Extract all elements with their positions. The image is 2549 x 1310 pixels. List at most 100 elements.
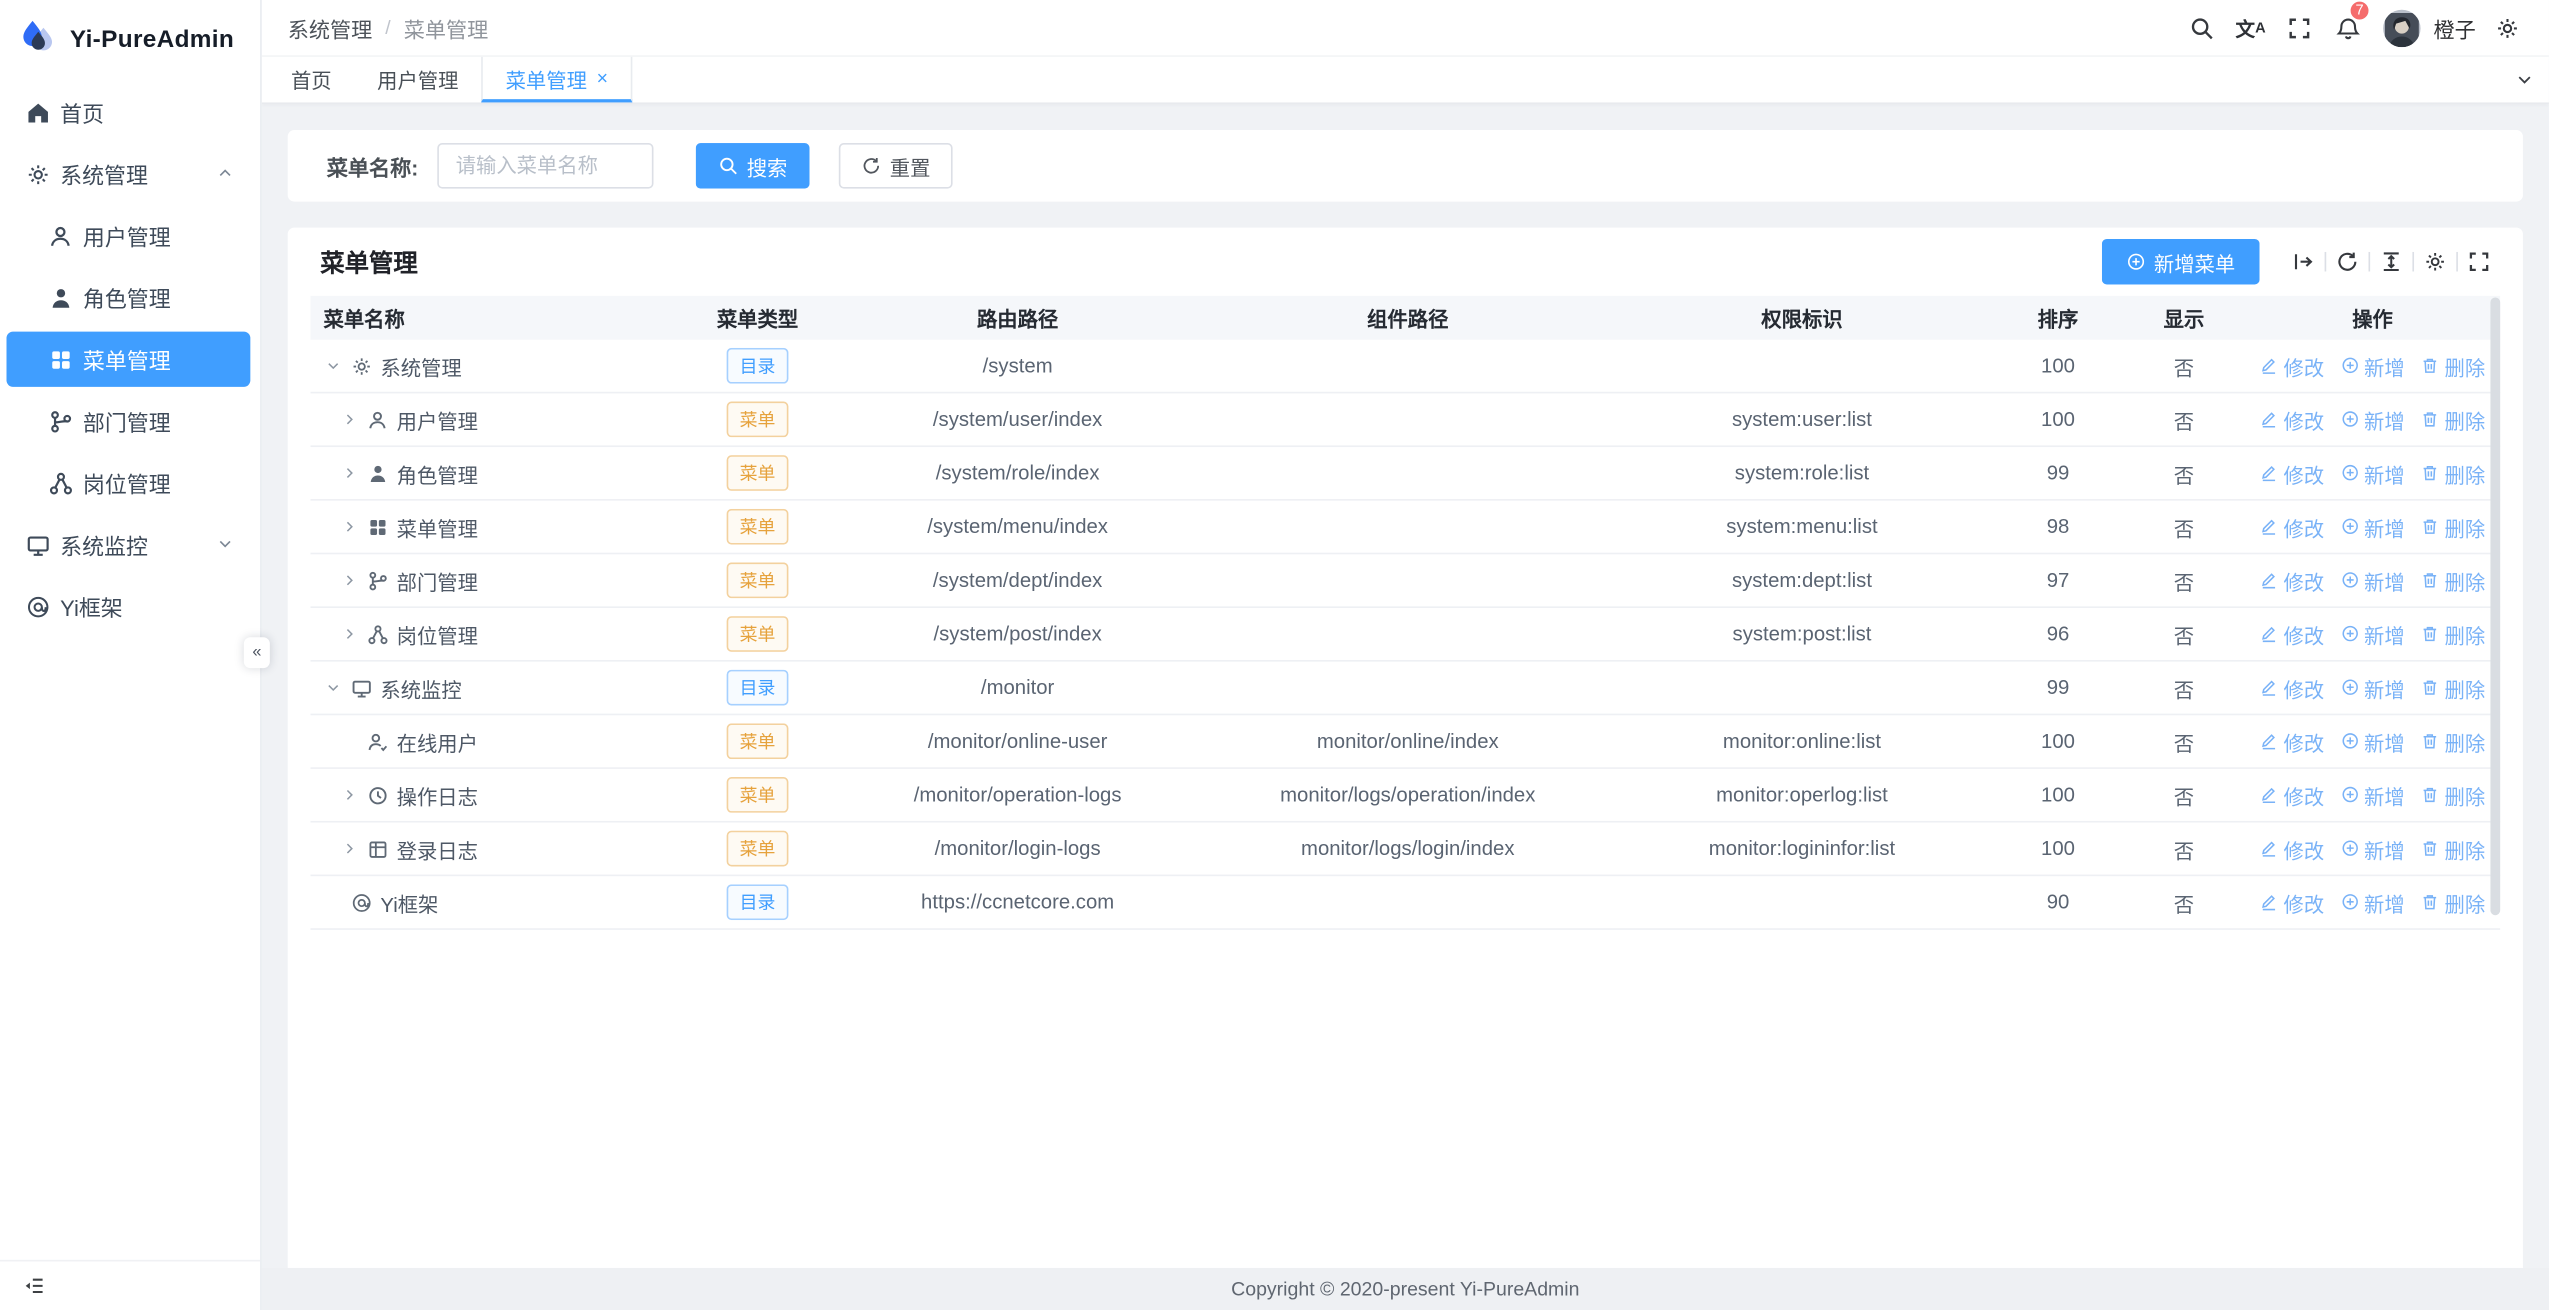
修改-action-link[interactable]: 修改 [2260, 726, 2324, 757]
修改-action-link[interactable]: 修改 [2260, 511, 2324, 542]
删除-action-link[interactable]: 删除 [2421, 672, 2485, 703]
sidebar-item-部门管理[interactable]: 部门管理 [7, 393, 251, 448]
username[interactable]: 橙子 [2433, 12, 2475, 43]
tab-options-chevron-icon[interactable] [2500, 57, 2549, 103]
footer: Copyright © 2020-present Yi-PureAdmin [262, 1268, 2549, 1310]
fullscreen-icon[interactable] [2277, 6, 2321, 50]
column-header: 组件路径 [1205, 302, 1611, 333]
sidebar-menu: 首页系统管理用户管理角色管理菜单管理部门管理岗位管理系统监控 Yi框架 [0, 78, 260, 634]
expand-row-icon[interactable] [340, 517, 360, 537]
route-path-cell: /monitor/online-user [831, 730, 1205, 753]
删除-action-link[interactable]: 删除 [2421, 404, 2485, 435]
expandall-icon[interactable] [2282, 242, 2324, 281]
monitor-icon [351, 677, 372, 698]
permission-cell: system:dept:list [1611, 569, 1993, 592]
新增-action-link[interactable]: 新增 [2340, 887, 2404, 918]
collapse-row-icon[interactable] [323, 678, 343, 698]
删除-action-link[interactable]: 删除 [2421, 887, 2485, 918]
actions-cell: 修改新增删除 [2245, 511, 2500, 542]
修改-action-link[interactable]: 修改 [2260, 458, 2324, 489]
sidebar-item-系统管理[interactable]: 系统管理 [7, 146, 251, 201]
collapse-sidebar-icon[interactable] [23, 1274, 46, 1297]
sidebar-item-角色管理[interactable]: 角色管理 [7, 270, 251, 325]
refresh-icon[interactable] [2326, 242, 2368, 281]
sidebar-item-label: Yi框架 [60, 590, 123, 623]
add-menu-button[interactable]: 新增菜单 [2102, 239, 2260, 285]
search-button[interactable]: 搜索 [696, 143, 810, 189]
addcircle-icon [2340, 571, 2359, 590]
edit-icon [2260, 571, 2279, 590]
tab-user-management[interactable]: 用户管理 [354, 57, 481, 103]
新增-action-link[interactable]: 新增 [2340, 565, 2404, 596]
新增-action-link[interactable]: 新增 [2340, 511, 2404, 542]
修改-action-link[interactable]: 修改 [2260, 887, 2324, 918]
actions-cell: 修改新增删除 [2245, 565, 2500, 596]
breadcrumb-item[interactable]: 系统管理 [288, 12, 373, 43]
expand-row-icon[interactable] [340, 785, 360, 805]
sidebar-item-首页[interactable]: 首页 [7, 85, 251, 140]
新增-action-link[interactable]: 新增 [2340, 672, 2404, 703]
permission-cell: system:role:list [1611, 462, 1993, 485]
tab-close-icon[interactable]: × [597, 68, 608, 88]
新增-action-link[interactable]: 新增 [2340, 833, 2404, 864]
collapse-row-icon[interactable] [323, 356, 343, 376]
sidebar-item-系统监控[interactable]: 系统监控 [7, 517, 251, 572]
tab-home[interactable]: 首页 [268, 57, 354, 103]
avatar[interactable] [2383, 9, 2420, 46]
删除-action-link[interactable]: 删除 [2421, 779, 2485, 810]
删除-action-link[interactable]: 删除 [2421, 565, 2485, 596]
menu-type-tag: 菜单 [727, 831, 789, 867]
修改-action-link[interactable]: 修改 [2260, 565, 2324, 596]
删除-action-link[interactable]: 删除 [2421, 726, 2485, 757]
expand-row-icon[interactable] [340, 410, 360, 430]
component-path-cell: monitor/online/index [1205, 730, 1611, 753]
新增-action-link[interactable]: 新增 [2340, 619, 2404, 650]
expand-row-icon[interactable] [340, 624, 360, 644]
actions-cell: 修改新增删除 [2245, 350, 2500, 381]
sidebar-item-label: 菜单管理 [83, 343, 171, 376]
column-header: 操作 [2245, 302, 2500, 333]
sidebar-collapse-fab[interactable]: « [244, 637, 270, 668]
menu-name-cell: 用户管理 [310, 404, 684, 435]
expand-row-icon[interactable] [340, 463, 360, 483]
sidebar-item-label: 系统监控 [60, 528, 148, 561]
删除-action-link[interactable]: 删除 [2421, 619, 2485, 650]
tab-menu-management[interactable]: 菜单管理 × [481, 57, 632, 103]
修改-action-link[interactable]: 修改 [2260, 779, 2324, 810]
sidebar-item-菜单管理[interactable]: 菜单管理 [7, 332, 251, 387]
删除-action-link[interactable]: 删除 [2421, 458, 2485, 489]
sidebar-item-岗位管理[interactable]: 岗位管理 [7, 455, 251, 510]
gear-icon[interactable] [2414, 242, 2456, 281]
sidebar-item-Yi框架[interactable]: Yi框架 [7, 579, 251, 634]
删除-action-link[interactable]: 删除 [2421, 350, 2485, 381]
search-icon[interactable] [2180, 6, 2224, 50]
新增-action-link[interactable]: 新增 [2340, 726, 2404, 757]
table-scrollbar[interactable] [2490, 297, 2500, 915]
删除-action-link[interactable]: 删除 [2421, 833, 2485, 864]
logo[interactable]: Yi-PureAdmin [0, 0, 260, 78]
expand-row-icon[interactable] [340, 571, 360, 591]
修改-action-link[interactable]: 修改 [2260, 833, 2324, 864]
breadcrumb-separator: / [385, 16, 390, 39]
新增-action-link[interactable]: 新增 [2340, 404, 2404, 435]
修改-action-link[interactable]: 修改 [2260, 404, 2324, 435]
settings-gear-icon[interactable] [2486, 6, 2530, 50]
translate-icon[interactable]: 文A [2229, 6, 2273, 50]
新增-action-link[interactable]: 新增 [2340, 458, 2404, 489]
notification-bell-icon[interactable]: 7 [2326, 6, 2370, 50]
addcircle-icon [2340, 625, 2359, 644]
sidebar-item-用户管理[interactable]: 用户管理 [7, 208, 251, 263]
修改-action-link[interactable]: 修改 [2260, 672, 2324, 703]
density-icon[interactable] [2370, 242, 2412, 281]
menu-name-cell: 角色管理 [310, 458, 684, 489]
route-path-cell: /monitor [831, 676, 1205, 699]
reset-button[interactable]: 重置 [839, 143, 953, 189]
删除-action-link[interactable]: 删除 [2421, 511, 2485, 542]
修改-action-link[interactable]: 修改 [2260, 619, 2324, 650]
新增-action-link[interactable]: 新增 [2340, 779, 2404, 810]
fullscreen-icon[interactable] [2458, 242, 2500, 281]
新增-action-link[interactable]: 新增 [2340, 350, 2404, 381]
修改-action-link[interactable]: 修改 [2260, 350, 2324, 381]
menu-name-input[interactable] [438, 143, 654, 189]
expand-row-icon[interactable] [340, 839, 360, 859]
